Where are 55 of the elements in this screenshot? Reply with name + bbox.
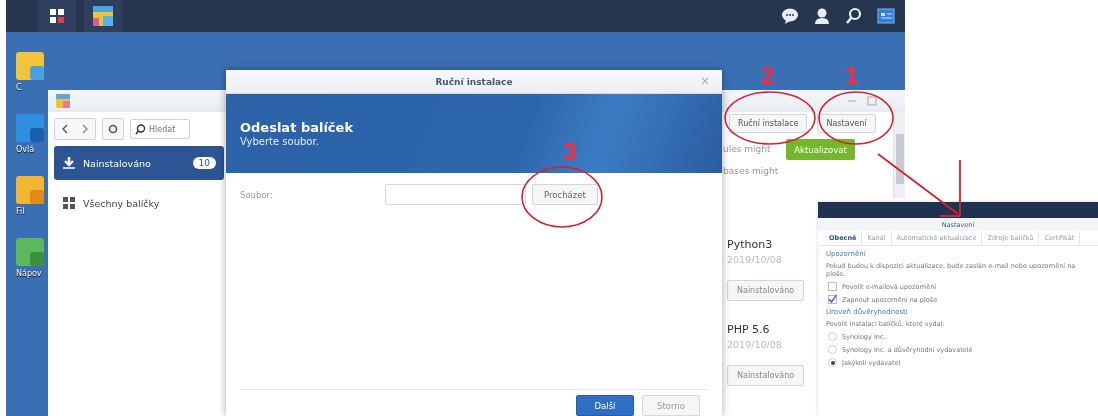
file-path-field[interactable]: [385, 184, 526, 205]
radio-button[interactable]: [828, 332, 837, 341]
package-date: 2019/10/08: [727, 254, 782, 265]
app-icon[interactable]: [16, 52, 44, 80]
annotation-number: 2: [761, 62, 775, 89]
chat-icon[interactable]: [781, 7, 799, 25]
installed-button[interactable]: Nainstalováno: [727, 280, 805, 301]
app-label[interactable]: Fil: [16, 207, 25, 216]
browse-button[interactable]: Procházet: [532, 184, 598, 205]
toolbar-button[interactable]: Ruční instalace: [729, 114, 808, 133]
sidebar-label: Všechny balíčky: [83, 197, 160, 209]
checkbox[interactable]: [828, 282, 837, 291]
dialog-title: Ruční instalace: [435, 76, 513, 87]
download-icon: [62, 156, 76, 170]
grid-icon: [62, 196, 76, 210]
installed-button[interactable]: Nainstalováno: [727, 365, 805, 386]
search-field[interactable]: Hledat: [130, 119, 190, 139]
maximize-icon[interactable]: [867, 96, 877, 106]
package-name: Python3: [727, 238, 773, 251]
sidebar-item[interactable]: Všechny balíčky: [54, 186, 224, 220]
refresh-button[interactable]: [102, 118, 124, 140]
toolbar-button[interactable]: Nastavení: [817, 114, 876, 133]
main-menu-icon[interactable]: [49, 8, 65, 24]
app-icon[interactable]: [16, 176, 44, 204]
cancel-button[interactable]: Storno: [642, 395, 700, 416]
refresh-icon: [108, 124, 118, 134]
notice-text: bases might: [723, 166, 779, 176]
app-label[interactable]: C: [16, 83, 22, 92]
notice-text: ules might: [723, 144, 772, 154]
app-label[interactable]: Nápov: [16, 269, 42, 278]
scrollbar-thumb[interactable]: [895, 134, 904, 184]
dialog-heading: Odeslat balíček: [240, 120, 354, 135]
search-icon[interactable]: [845, 7, 863, 25]
package-app-icon[interactable]: [93, 6, 113, 26]
package-name: PHP 5.6: [727, 323, 770, 336]
app-icon[interactable]: [16, 238, 44, 266]
search-icon: [135, 124, 146, 135]
widget-icon[interactable]: [877, 7, 895, 25]
package-app-icon: [56, 94, 70, 108]
checkbox[interactable]: [828, 295, 837, 304]
annotation-number: 1: [845, 62, 859, 89]
package-date: 2019/10/08: [727, 339, 782, 350]
app-label[interactable]: Ovlá: [16, 145, 35, 154]
radio-button[interactable]: [828, 358, 837, 367]
next-button[interactable]: Další: [576, 395, 634, 416]
radio-button[interactable]: [828, 345, 837, 354]
sidebar-label: Nainstalováno: [83, 157, 151, 169]
scrollbar[interactable]: [893, 112, 905, 198]
field-label: Soubor:: [240, 189, 274, 200]
dialog-subheading: Vyberte soubor.: [240, 136, 319, 147]
sidebar-item[interactable]: Nainstalováno 10: [54, 146, 224, 180]
user-icon[interactable]: [813, 7, 831, 25]
count-badge: 10: [192, 157, 216, 169]
annotation-number: 3: [563, 138, 577, 165]
app-icon[interactable]: [16, 114, 44, 142]
